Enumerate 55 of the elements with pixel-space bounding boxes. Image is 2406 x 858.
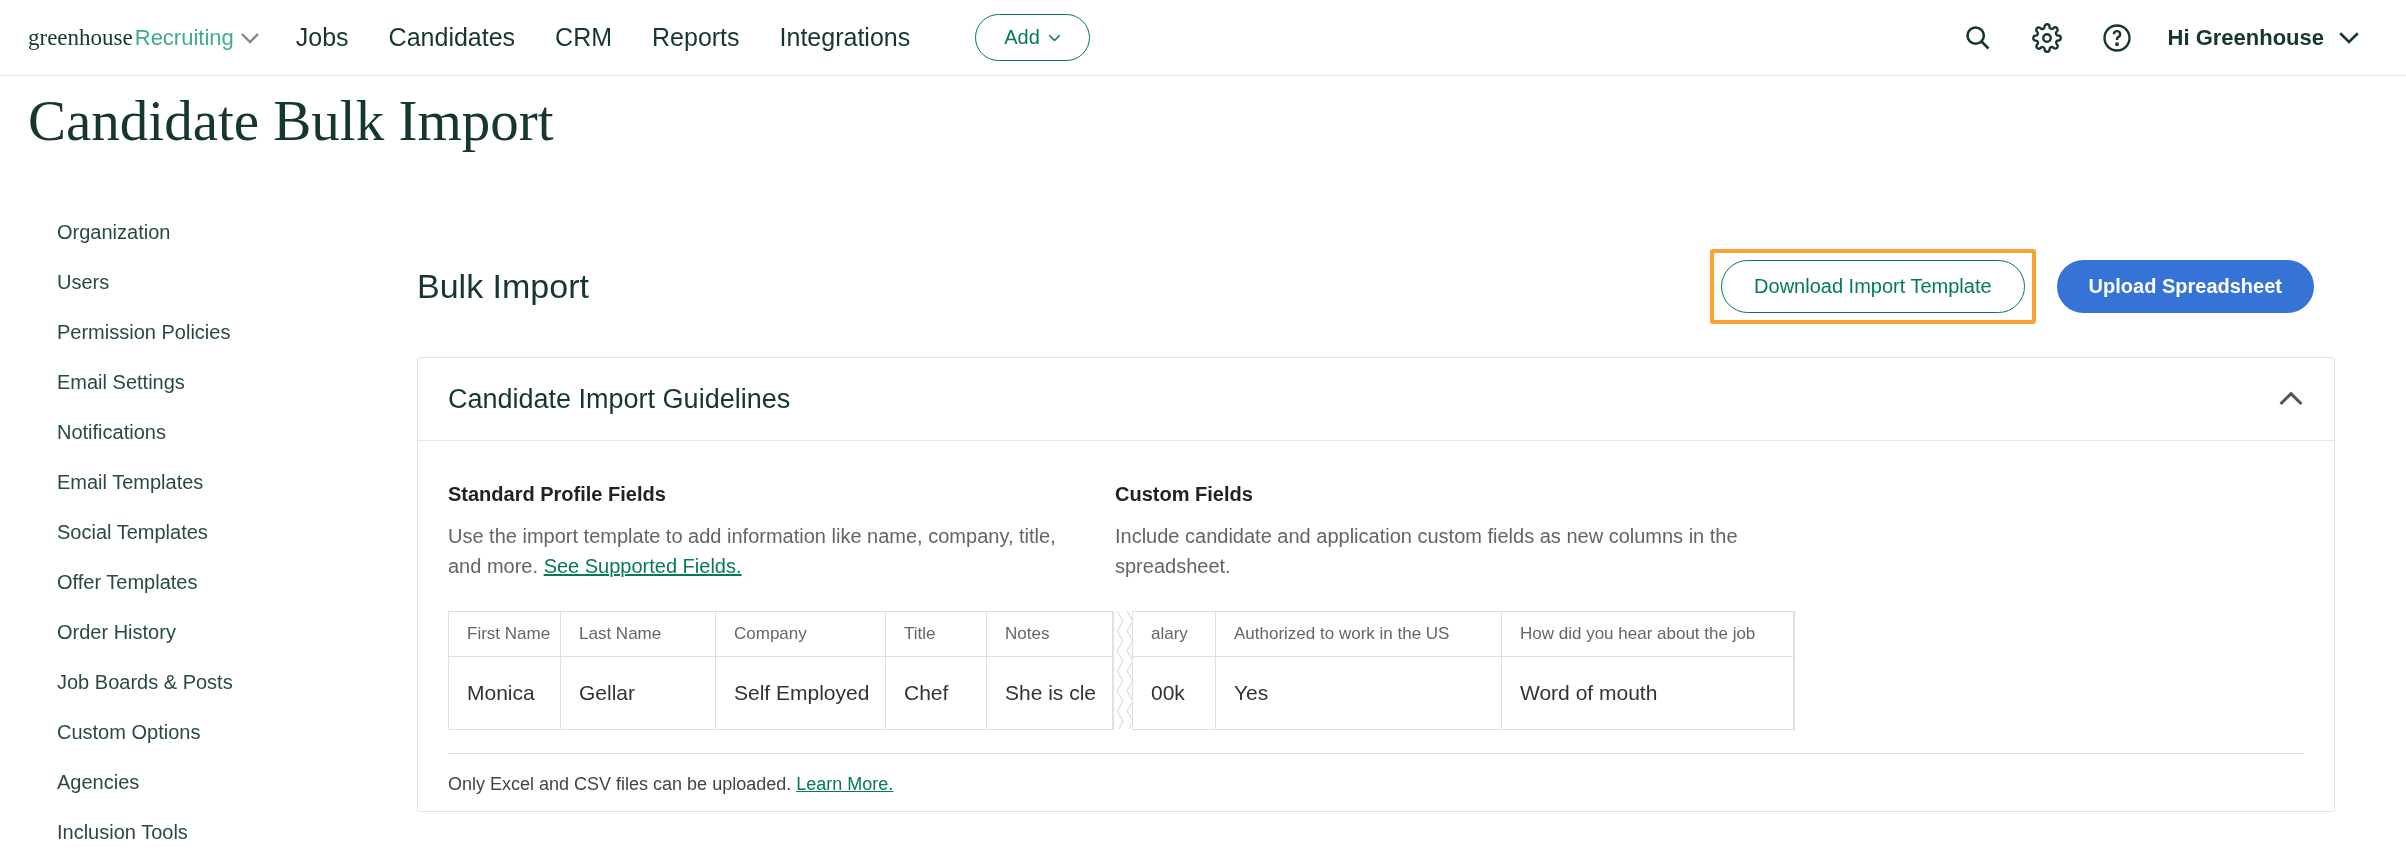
column-description: Include candidate and application custom fields as new columns in the spreadsheet. <box>1115 524 1739 579</box>
sidebar-item[interactable]: Users <box>0 257 110 307</box>
chevron-down-icon <box>2338 30 2360 45</box>
table-header-cell: How did you hear about the job <box>1502 612 1794 657</box>
sidebar-item[interactable]: Offer Templates <box>0 557 198 607</box>
nav-link[interactable]: Candidates <box>388 23 516 52</box>
table-cell: Yes <box>1216 657 1502 729</box>
supported-fields-link[interactable]: See Supported Fields. <box>543 555 742 577</box>
sidebar-item[interactable]: Social Templates <box>0 507 208 557</box>
table-header-cell: First Name <box>449 612 561 657</box>
upload-button[interactable]: Upload Spreadsheet <box>2056 259 2314 313</box>
chevron-down-icon <box>1047 33 1061 42</box>
table-header-cell: Title <box>886 612 987 657</box>
table-header-cell: Last Name <box>561 612 716 657</box>
table-header-cell: Company <box>716 612 886 657</box>
sidebar-item[interactable]: Custom Options <box>0 707 201 757</box>
download-button[interactable]: Download Import Template <box>1721 259 2025 313</box>
table-cell: Gellar <box>561 657 716 729</box>
add-button[interactable]: Add <box>975 14 1090 61</box>
table-cell: Monica <box>449 657 561 729</box>
user-menu[interactable]: Hi Greenhouse <box>2167 24 2360 51</box>
chevron-down-icon <box>239 31 260 44</box>
table-cell: Self Employed <box>716 657 886 729</box>
sidebar-item[interactable]: Job Boards & Posts <box>0 657 233 707</box>
card-title: Candidate Import Guidelines <box>448 383 791 415</box>
upload-note: Only Excel and CSV files can be uploaded. Learn More. <box>448 774 895 795</box>
search-icon[interactable] <box>1963 23 1992 52</box>
sidebar-item[interactable]: Email Settings <box>0 357 185 407</box>
table-header-cell: Notes <box>987 612 1113 657</box>
column-heading: Custom Fields <box>1115 482 1254 507</box>
sidebar-item[interactable]: Email Templates <box>0 457 204 507</box>
table-header-cell: Authorized to work in the US <box>1216 612 1502 657</box>
nav-link[interactable]: Reports <box>652 23 740 52</box>
help-icon[interactable] <box>2101 22 2132 53</box>
table-cell: Chef <box>886 657 987 729</box>
table-cell: 00k <box>1133 657 1216 729</box>
table-cell: She is cle <box>987 657 1113 729</box>
learn-more-link[interactable]: Learn More. <box>796 774 894 794</box>
column-heading: Standard Profile Fields <box>448 482 667 507</box>
table-header-cell: alary <box>1133 612 1216 657</box>
sidebar-item[interactable]: Agencies <box>0 757 140 807</box>
sidebar-item[interactable]: Permission Policies <box>0 307 231 357</box>
sidebar-item[interactable]: Organization <box>0 207 171 257</box>
sidebar-item[interactable]: Inclusion Tools <box>0 807 188 857</box>
nav-link[interactable]: Jobs <box>295 23 349 52</box>
section-title: Bulk Import <box>417 266 590 306</box>
logo-brand[interactable]: greenhouse <box>28 24 133 51</box>
sidebar-item[interactable]: Order History <box>0 607 176 657</box>
settings-icon[interactable] <box>2031 22 2062 53</box>
sidebar-item[interactable]: Notifications <box>0 407 166 457</box>
nav-link[interactable]: Integrations <box>779 23 911 52</box>
page-title: Candidate Bulk Import <box>27 88 555 154</box>
nav-link[interactable]: CRM <box>555 23 613 52</box>
column-description: Use the import template to add information like name, company, title, and more. See Supported Fields. <box>448 524 1057 579</box>
table-cell: Word of mouth <box>1502 657 1794 729</box>
